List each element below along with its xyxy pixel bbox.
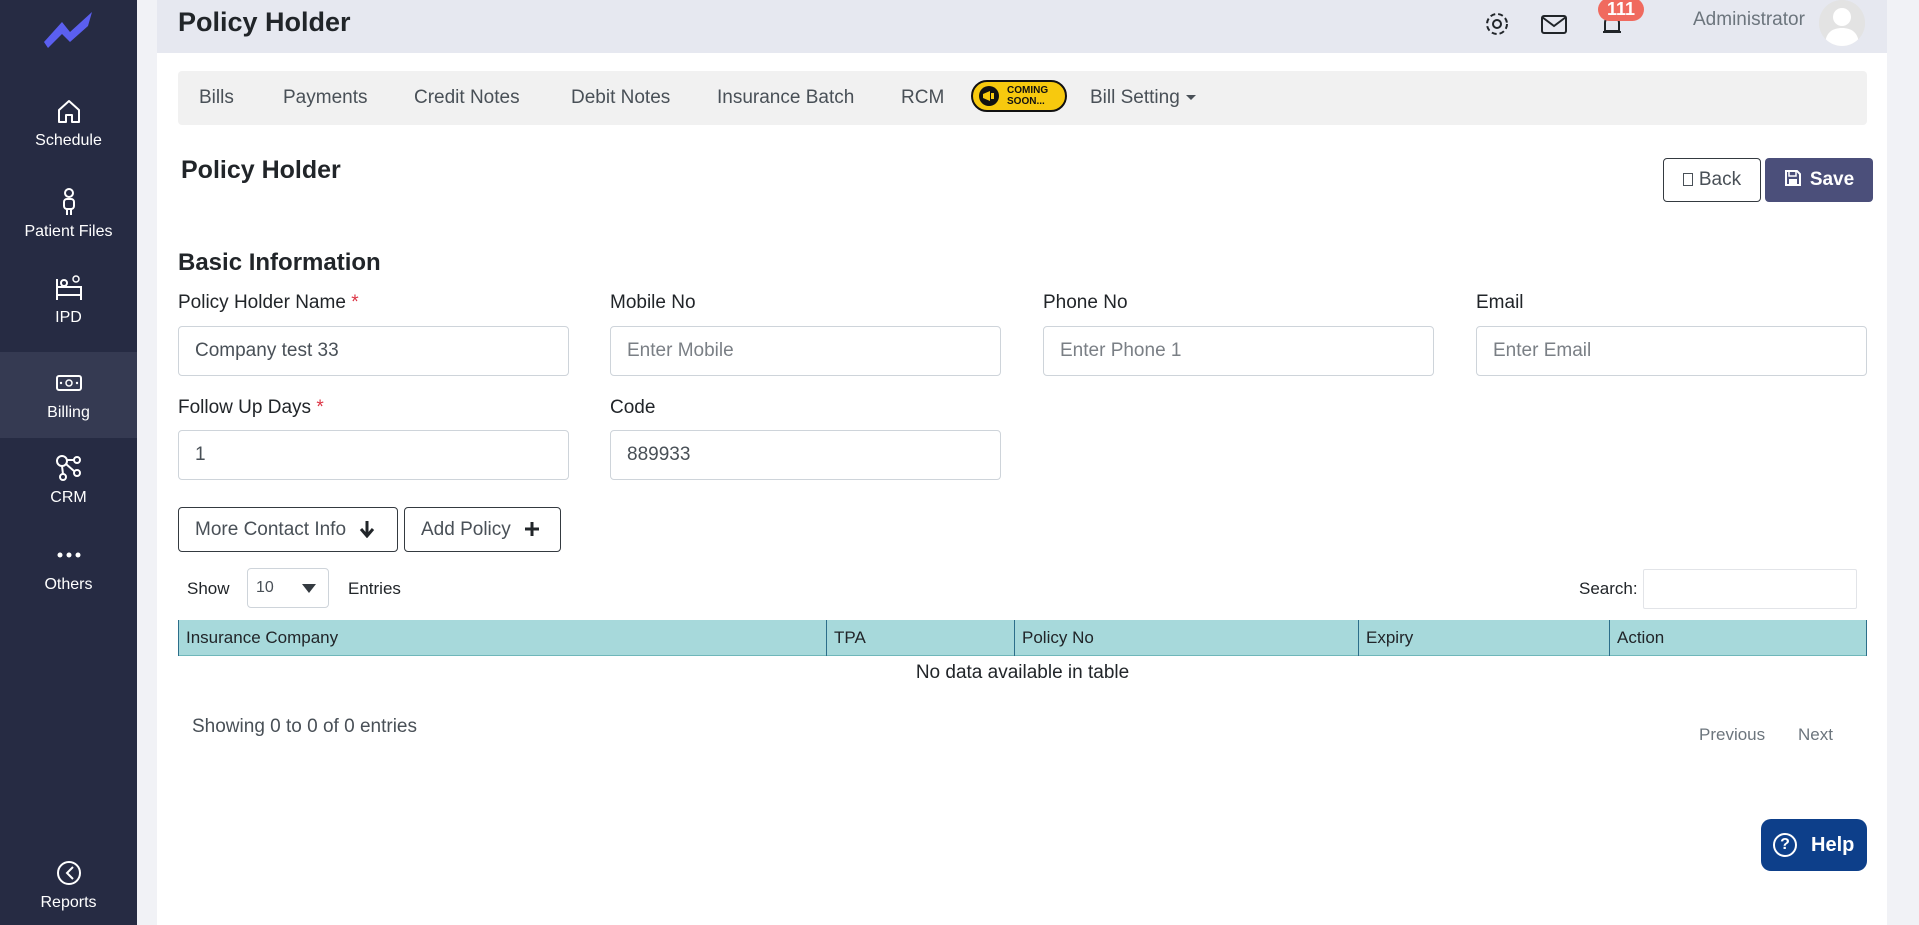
add-policy-label: Add Policy [421,519,511,540]
tab-rcm[interactable]: RCM [901,87,944,109]
gear-icon[interactable] [1482,9,1512,39]
pie-chart-icon [56,861,81,885]
policy-table: Insurance Company TPA Policy No Expiry A… [178,620,1867,683]
sidebar-item-patient-files[interactable]: Patient Files [0,187,137,247]
search-label: Search: [1579,579,1638,598]
more-contact-info-label: More Contact Info [195,519,347,540]
column-header-policy-no[interactable]: Policy No [1014,620,1358,656]
add-policy-button[interactable]: Add Policy [404,507,561,552]
table-search-input[interactable] [1643,569,1857,609]
mobile-no-input[interactable] [610,326,1001,376]
empty-table-message: No data available in table [915,662,1130,683]
column-header-tpa[interactable]: TPA [826,620,1014,656]
page-scrollbar[interactable] [1887,0,1919,925]
policy-holder-name-input[interactable] [178,326,569,376]
follow-up-days-input[interactable] [178,430,569,480]
column-header-action[interactable]: Action [1609,620,1867,656]
table-info: Showing 0 to 0 of 0 entries [192,716,417,737]
sidebar-item-reports[interactable]: Reports [0,858,137,918]
more-dots-icon [57,552,80,558]
coming-soon-text: COMING SOON... [1007,85,1048,107]
section-heading-basic-information: Basic Information [178,249,381,276]
sidebar-item-label: Reports [40,894,97,911]
notification-badge: 111 [1598,0,1645,21]
help-button[interactable]: ? Help [1761,819,1867,871]
billing-subnav: Bills Payments Credit Notes Debit Notes … [178,71,1867,125]
page-size-value: 10 [256,579,274,596]
code-label: Code [610,397,656,418]
tab-credit-notes[interactable]: Credit Notes [414,87,520,109]
back-button[interactable]: Back [1663,158,1761,202]
sidebar-item-billing[interactable]: Billing [0,352,137,438]
required-marker: * [316,397,324,418]
code-input[interactable] [610,430,1001,480]
money-icon [55,375,82,391]
question-icon: ? [1773,833,1797,857]
mobile-no-label: Mobile No [610,292,696,313]
sidebar: Schedule Patient Files IPD Billing CRM O… [0,0,137,925]
help-label: Help [1811,834,1855,856]
arrow-down-icon [360,521,375,539]
plus-icon [525,522,540,536]
phone-no-label: Phone No [1043,292,1128,313]
tab-insurance-batch[interactable]: Insurance Batch [717,87,854,109]
back-label: Back [1698,169,1742,190]
sidebar-item-label: IPD [55,309,82,326]
more-contact-info-button[interactable]: More Contact Info [178,507,398,552]
email-input[interactable] [1476,326,1867,376]
top-bar: Policy Holder 111 Administrator [157,0,1887,53]
user-avatar-icon [1819,0,1865,46]
required-marker: * [351,292,359,313]
tab-bills[interactable]: Bills [199,87,234,109]
coming-soon-badge: COMING SOON... [971,80,1067,112]
person-icon [62,188,75,215]
policy-holder-name-label: Policy Holder Name * [178,292,359,314]
back-icon [1682,173,1693,187]
sidebar-item-label: CRM [50,489,87,506]
page-header-title: Policy Holder [178,7,351,37]
tab-payments[interactable]: Payments [283,87,367,109]
sidebar-item-label: Patient Files [24,223,113,240]
phone-no-input[interactable] [1043,326,1434,376]
table-header: Insurance Company TPA Policy No Expiry A… [178,620,1867,656]
save-button[interactable]: Save [1765,158,1873,202]
tab-bill-setting[interactable]: Bill Setting [1090,87,1196,109]
megaphone-icon [979,86,999,106]
follow-up-days-label: Follow Up Days * [178,397,324,419]
policy-holder-name-label-text: Policy Holder Name [178,292,346,313]
sidebar-item-label: Others [44,576,93,593]
entries-label: Entries [348,579,401,598]
home-icon [57,100,80,123]
sidebar-item-crm[interactable]: CRM [0,453,137,513]
show-label: Show [187,579,230,598]
coming-soon-line2: SOON... [1007,96,1045,107]
sidebar-item-schedule[interactable]: Schedule [0,96,137,156]
column-header-expiry[interactable]: Expiry [1358,620,1609,656]
mail-icon[interactable] [1539,9,1569,39]
app-logo-icon[interactable] [40,6,96,50]
page-title: Policy Holder [181,156,341,184]
user-name[interactable]: Administrator [1693,9,1805,31]
bed-icon [55,275,82,300]
previous-page-button[interactable]: Previous [1699,725,1765,745]
email-label: Email [1476,292,1524,313]
tab-debit-notes[interactable]: Debit Notes [571,87,670,109]
network-icon [55,455,81,481]
sidebar-item-label: Billing [47,404,90,421]
tab-bill-setting-label: Bill Setting [1090,87,1180,108]
save-label: Save [1809,169,1855,190]
follow-up-days-label-text: Follow Up Days [178,397,312,418]
column-header-insurance-company[interactable]: Insurance Company [178,620,826,656]
floppy-disk-icon [1784,170,1801,186]
sidebar-item-ipd[interactable]: IPD [0,273,137,333]
caret-down-icon [1185,95,1196,101]
coming-soon-line1: COMING [1007,85,1049,96]
main-content: Policy Holder 111 Administrator Bills Pa… [157,0,1887,925]
next-page-button[interactable]: Next [1798,725,1833,745]
page-size-select[interactable]: 10 [247,568,329,608]
sidebar-item-others[interactable]: Others [0,540,137,600]
avatar[interactable] [1819,0,1865,46]
sidebar-item-label: Schedule [35,132,102,149]
caret-down-icon [302,584,316,593]
